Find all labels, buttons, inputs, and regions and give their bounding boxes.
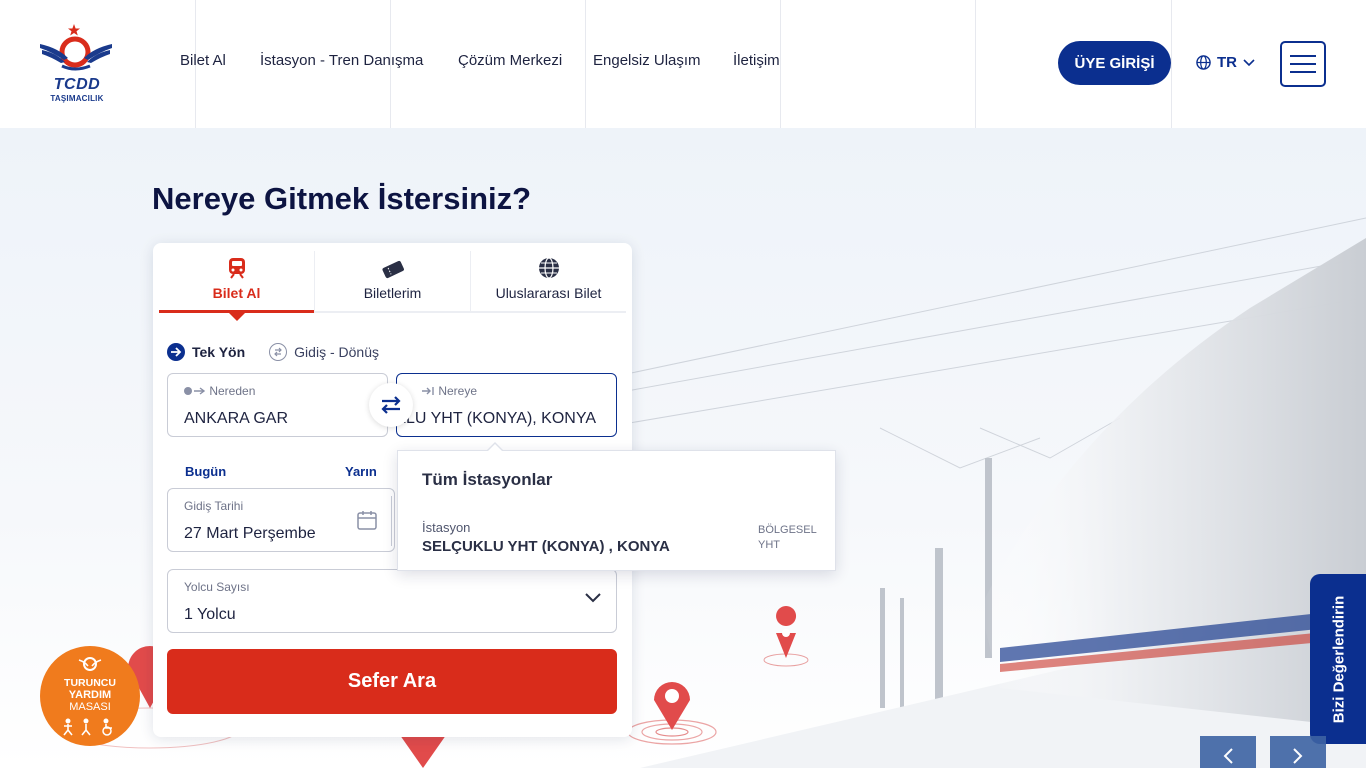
passenger-label: Yolcu Sayısı bbox=[184, 580, 250, 594]
arrival-label: Nereye bbox=[421, 384, 477, 398]
chevron-left-icon bbox=[1223, 748, 1233, 764]
divider bbox=[391, 496, 392, 546]
departure-field[interactable]: Nereden ANKARA GAR bbox=[167, 373, 388, 437]
feedback-button[interactable]: Bizi Değerlendirin bbox=[1310, 574, 1366, 744]
accessibility-icons bbox=[63, 718, 112, 736]
divider bbox=[975, 0, 976, 128]
destination-icon bbox=[422, 387, 434, 395]
menu-icon-bar bbox=[1290, 63, 1316, 65]
tab-biletlerim[interactable]: Biletlerim bbox=[314, 251, 470, 311]
chevron-down-icon bbox=[585, 593, 601, 603]
calendar-icon bbox=[357, 511, 377, 530]
tab-label: Bilet Al bbox=[212, 285, 261, 301]
search-trips-button[interactable]: Sefer Ara bbox=[167, 649, 617, 714]
logo-text: TCDD bbox=[53, 76, 101, 93]
arrow-right-circle-icon bbox=[167, 343, 185, 361]
dropdown-title: Tüm İstasyonlar bbox=[422, 470, 553, 489]
page-title: Nereye Gitmek İstersiniz? bbox=[152, 181, 532, 216]
quick-date-today[interactable]: Bugün bbox=[185, 464, 226, 479]
site-header: TCDD TAŞIMACILIK Bilet Al İstasyon - Tre… bbox=[0, 0, 1366, 128]
nav-istasyon-tren-danisma[interactable]: İstasyon - Tren Danışma bbox=[260, 52, 423, 69]
helpdesk-line: MASASI bbox=[69, 701, 111, 713]
nav-iletisim[interactable]: İletişim bbox=[733, 52, 780, 69]
tab-label: Uluslararası Bilet bbox=[495, 285, 602, 301]
passenger-value: 1 Yolcu bbox=[184, 606, 236, 623]
swap-icon bbox=[381, 396, 401, 414]
helpdesk-line: TURUNCU bbox=[64, 677, 116, 689]
tcdd-logo[interactable]: TCDD TAŞIMACILIK bbox=[38, 22, 116, 104]
logo-emblem-icon bbox=[40, 24, 112, 71]
departure-date-field[interactable]: Gidiş Tarihi 27 Mart Perşembe bbox=[167, 488, 395, 552]
booking-tabs: Bilet Al Biletlerim Uluslararası Bilet bbox=[159, 251, 626, 321]
origin-icon bbox=[184, 387, 206, 395]
radio-round-trip[interactable]: Gidiş - Dönüş bbox=[269, 343, 379, 361]
passenger-count-field[interactable]: Yolcu Sayısı 1 Yolcu bbox=[167, 569, 617, 633]
trip-type-selector: Tek Yön Gidiş - Dönüş bbox=[167, 343, 379, 361]
divider bbox=[780, 0, 781, 128]
language-label: TR bbox=[1217, 54, 1237, 71]
date-value: 27 Mart Perşembe bbox=[184, 525, 316, 542]
menu-icon-bar bbox=[1290, 55, 1316, 57]
nav-cozum-merkezi[interactable]: Çözüm Merkezi bbox=[458, 52, 562, 69]
station-name: SELÇUKLU YHT (KONYA) , KONYA bbox=[422, 538, 670, 555]
nav-bilet-al[interactable]: Bilet Al bbox=[180, 52, 226, 69]
chevron-right-icon bbox=[1293, 748, 1303, 764]
round-trip-icon bbox=[269, 343, 288, 361]
menu-button[interactable] bbox=[1280, 41, 1326, 87]
nav-engelsiz-ulasim[interactable]: Engelsiz Ulaşım bbox=[593, 52, 701, 69]
member-login-button[interactable]: ÜYE GİRİŞİ bbox=[1058, 41, 1171, 85]
swap-stations-button[interactable] bbox=[369, 383, 413, 427]
divider bbox=[585, 0, 586, 128]
language-selector[interactable]: TR bbox=[1196, 54, 1255, 71]
menu-icon-bar bbox=[1290, 71, 1316, 73]
radio-label: Tek Yön bbox=[192, 344, 246, 360]
radio-label: Gidiş - Dönüş bbox=[294, 344, 379, 360]
tab-bilet-al[interactable]: Bilet Al bbox=[159, 251, 314, 321]
tab-uluslararasi-bilet[interactable]: Uluslararası Bilet bbox=[470, 251, 626, 311]
station-dropdown: Tüm İstasyonlar İstasyon SELÇUKLU YHT (K… bbox=[397, 442, 837, 571]
slider-next-button[interactable] bbox=[1270, 736, 1326, 768]
station-type: BÖLGESEL YHT bbox=[758, 524, 817, 551]
orange-helpdesk-badge[interactable]: TURUNCU YARDIM MASASI bbox=[40, 646, 140, 746]
divider bbox=[1171, 0, 1172, 128]
tab-label: Biletlerim bbox=[363, 285, 422, 301]
feedback-label: Bizi Değerlendirin bbox=[1330, 595, 1348, 723]
arrival-input[interactable]: SELÇUKLU YHT (KONYA), KONYA bbox=[397, 410, 596, 428]
globe-icon bbox=[538, 257, 559, 279]
tcdd-emblem-icon bbox=[78, 657, 102, 671]
station-option[interactable]: İstasyon SELÇUKLU YHT (KONYA) , KONYA BÖ… bbox=[398, 511, 837, 567]
slider-prev-button[interactable] bbox=[1200, 736, 1256, 768]
ticket-icon bbox=[381, 260, 404, 279]
train-icon bbox=[228, 258, 245, 279]
quick-date-tomorrow[interactable]: Yarın bbox=[345, 464, 377, 479]
chevron-down-icon bbox=[1243, 58, 1255, 66]
arrival-field[interactable]: Nereye SELÇUKLU YHT (KONYA), KONYA bbox=[396, 373, 617, 437]
departure-label: Nereden bbox=[184, 384, 255, 398]
logo-subtext: TAŞIMACILIK bbox=[50, 94, 104, 103]
globe-icon bbox=[1196, 55, 1211, 70]
date-label: Gidiş Tarihi bbox=[184, 499, 244, 513]
station-kind: İstasyon bbox=[422, 520, 471, 535]
helpdesk-line: YARDIM bbox=[68, 689, 112, 701]
departure-value: ANKARA GAR bbox=[184, 410, 289, 427]
radio-one-way[interactable]: Tek Yön bbox=[167, 343, 245, 361]
